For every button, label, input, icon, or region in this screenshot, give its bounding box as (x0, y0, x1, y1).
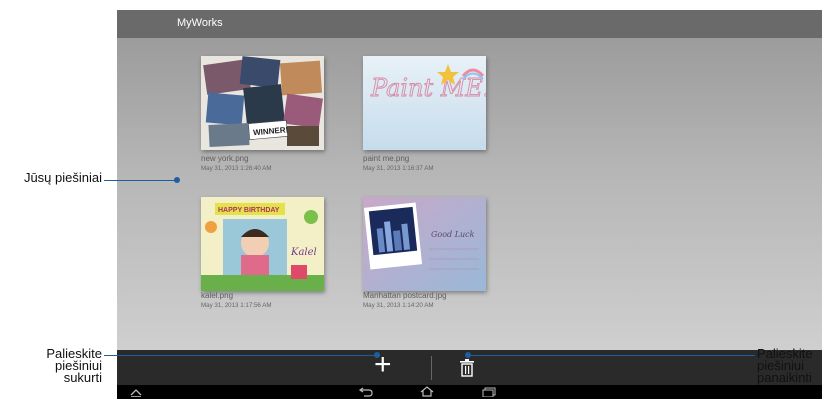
drawing-caption-paint-me: paint me.png May 31, 2013 1:16:37 AM (363, 154, 543, 172)
drawing-thumbnail-new-york[interactable]: WINNER! (201, 56, 324, 150)
good-luck-text: Good Luck (431, 230, 475, 239)
callout-create-line-3: sukurti (63, 370, 102, 385)
drawing-date: May 31, 2013 1:17:56 AM (201, 302, 272, 309)
tablet-screen: MyWorks WINNER! new york.png May 31, 201… (117, 10, 822, 399)
drawing-thumbnail-paint-me[interactable]: Paint ME! (363, 56, 493, 150)
drawing-caption-kalel: kalel.png May 31, 2013 1:17:56 AM (201, 291, 381, 309)
drawing-filename: paint me.png (363, 154, 410, 163)
callout-create-dot (374, 352, 380, 358)
callout-create-label: Palieskite piešiniui sukurti (0, 347, 102, 385)
drawing-date: May 31, 2013 1:16:37 AM (363, 165, 434, 172)
paint-me-text: Paint ME! (370, 74, 486, 102)
chevron-up-icon[interactable] (129, 387, 143, 397)
birthday-text: HAPPY BIRTHDAY (218, 207, 280, 214)
drawing-filename: new york.png (201, 154, 249, 163)
trash-icon[interactable] (459, 359, 475, 377)
collage-image: WINNER! (201, 56, 324, 150)
callout-delete-dot (465, 352, 471, 358)
callout-create-leader (104, 355, 376, 356)
drawings-grid: WINNER! new york.png May 31, 2013 1:26:4… (117, 38, 822, 350)
postcard-image: Good Luck (363, 197, 486, 291)
birthday-image: HAPPY BIRTHDAY Kalel (201, 197, 324, 291)
drawing-thumbnail-kalel[interactable]: HAPPY BIRTHDAY Kalel (201, 197, 324, 291)
recent-apps-icon[interactable] (481, 387, 497, 397)
back-icon[interactable] (357, 387, 373, 397)
callout-drawings-leader (104, 180, 177, 181)
app-title: MyWorks (177, 17, 223, 29)
callout-drawings-text: Jūsų piešiniai (23, 170, 102, 185)
callout-delete-line-3: panaikinti (757, 370, 812, 385)
drawing-date: May 31, 2013 1:14:20 AM (363, 302, 434, 309)
drawing-filename: Manhattan postcard.jpg (363, 291, 447, 300)
callout-delete-label: Palieskite piešiniui panaikinti (757, 347, 826, 385)
app-title-bar: MyWorks (117, 10, 822, 38)
callout-delete-leader (468, 355, 755, 356)
callout-drawings-label: Jūsų piešiniai (0, 170, 102, 185)
system-navigation-bar (117, 385, 822, 399)
paint-me-image: Paint ME! (363, 56, 493, 150)
drawing-date: May 31, 2013 1:26:40 AM (201, 165, 272, 172)
callout-drawings-dot (174, 177, 180, 183)
drawing-caption-manhattan-postcard: Manhattan postcard.jpg May 31, 2013 1:14… (363, 291, 543, 309)
home-icon[interactable] (419, 386, 435, 397)
drawing-thumbnail-manhattan-postcard[interactable]: Good Luck (363, 197, 486, 291)
action-divider (431, 356, 432, 380)
drawing-caption-new-york: new york.png May 31, 2013 1:26:40 AM (201, 154, 381, 172)
kalel-text: Kalel (290, 247, 317, 258)
drawing-filename: kalel.png (201, 291, 234, 300)
